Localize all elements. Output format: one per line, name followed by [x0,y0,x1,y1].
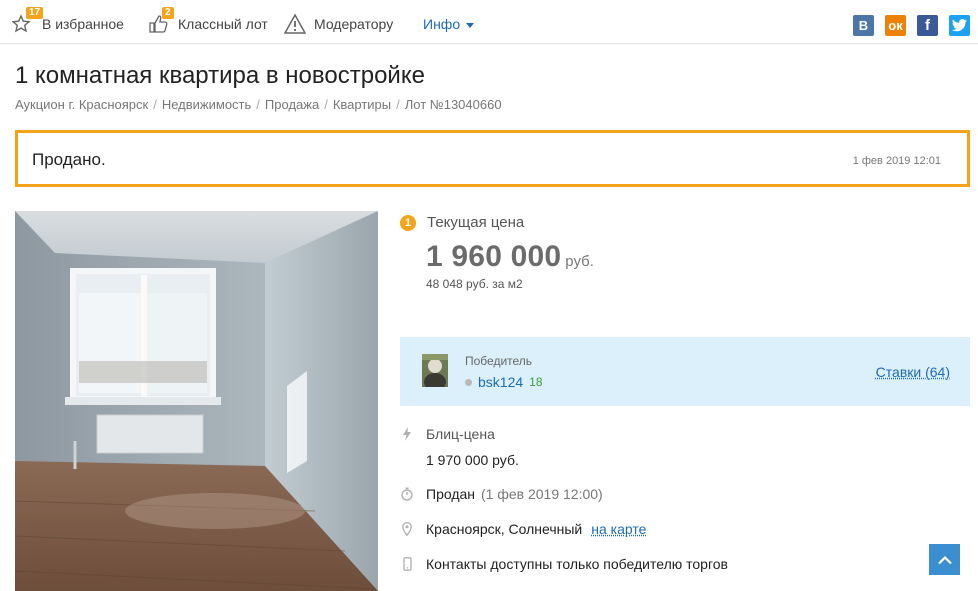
sold-status-box: Продано. 1 фев 2019 12:01 [15,130,970,187]
breadcrumb-item[interactable]: Аукцион г. Красноярск [15,97,148,112]
star-icon: 17 [11,7,44,35]
breadcrumb-item-current: Лот №13040660 [404,97,502,112]
add-to-favorites-button[interactable]: 17 В избранное [11,7,124,36]
info-dropdown[interactable]: Инфо [423,12,475,36]
warning-icon [283,13,307,35]
current-price-value: 1 960 000 [426,240,562,273]
stopwatch-icon [400,487,414,501]
caret-down-icon [466,22,475,28]
location-text: Красноярск, Солнечный [426,521,583,537]
price-per-m2: 48 048 руб. за м2 [426,277,523,291]
moderator-label: Модератору [314,16,394,32]
info-label: Инфо [423,16,461,32]
favorites-label: В избранное [42,16,124,32]
show-on-map-link[interactable]: на карте [591,521,646,537]
blitz-price-value: 1 970 000 руб. [426,452,519,468]
map-pin-icon [400,522,414,536]
leader-position-badge: 1 [400,214,416,231]
lot-photo[interactable] [15,211,378,591]
sold-row: Продан (1 фев 2019 12:00) [400,486,603,502]
current-price-label-text: Текущая цена [427,214,525,231]
location-row: Красноярск, Солнечный на карте [400,521,646,537]
breadcrumb-item[interactable]: Продажа [265,97,319,112]
blitz-price-label: Блиц-цена [426,426,495,442]
scroll-to-top-button[interactable] [929,544,960,575]
winner-avatar[interactable] [422,354,448,387]
breadcrumb-separator: / [396,97,400,112]
current-price-currency: руб. [565,253,594,270]
winner-panel: Победитель bsk124 18 Ставки (64) [400,337,970,406]
facebook-share-icon[interactable]: f [917,15,938,36]
like-label: Классный лот [178,16,268,32]
thumbs-up-icon: 2 [148,7,174,35]
report-to-moderator-button[interactable]: Модератору [283,12,394,36]
sold-status-text: Продано. [32,150,106,169]
contacts-row: Контакты доступны только победителю торг… [400,556,728,572]
contacts-text: Контакты доступны только победителю торг… [426,556,728,572]
sold-date: (1 фев 2019 12:00) [481,486,603,502]
sold-status-date: 1 фев 2019 12:01 [852,155,941,167]
sold-label: Продан [426,486,476,502]
page-title: 1 комнатная квартира в новостройке [15,62,425,89]
winner-rating: 18 [529,375,543,389]
winner-user: bsk124 18 [465,374,543,390]
bids-link[interactable]: Ставки (64) [876,364,950,380]
winner-username-link[interactable]: bsk124 [478,374,523,390]
phone-icon [400,557,414,571]
like-lot-button[interactable]: 2 Классный лот [148,7,268,36]
breadcrumb-separator: / [256,97,260,112]
current-price-label: 1 Текущая цена [400,214,524,231]
current-price: 1 960 000 руб. [426,240,594,274]
chevron-up-icon [937,555,952,564]
odnoklassniki-share-icon[interactable]: ок [885,15,906,36]
breadcrumb-separator: / [324,97,328,112]
social-share-bar: B ок f [853,15,970,36]
breadcrumb-item[interactable]: Квартиры [333,97,391,112]
breadcrumb-separator: / [153,97,157,112]
breadcrumb-item[interactable]: Недвижимость [162,97,251,112]
winner-label: Победитель [465,354,533,368]
top-toolbar: 17 В избранное 2 Классный лот Модератору… [0,0,978,44]
vk-share-icon[interactable]: B [853,15,874,36]
breadcrumb: Аукцион г. Красноярск / Недвижимость / Про… [15,97,502,112]
online-status-icon [465,378,472,386]
favorites-count-badge: 17 [26,7,44,19]
twitter-share-icon[interactable] [949,15,970,36]
blitz-price-row: Блиц-цена [400,426,495,442]
lightning-icon [400,427,414,441]
like-count-badge: 2 [162,7,174,19]
